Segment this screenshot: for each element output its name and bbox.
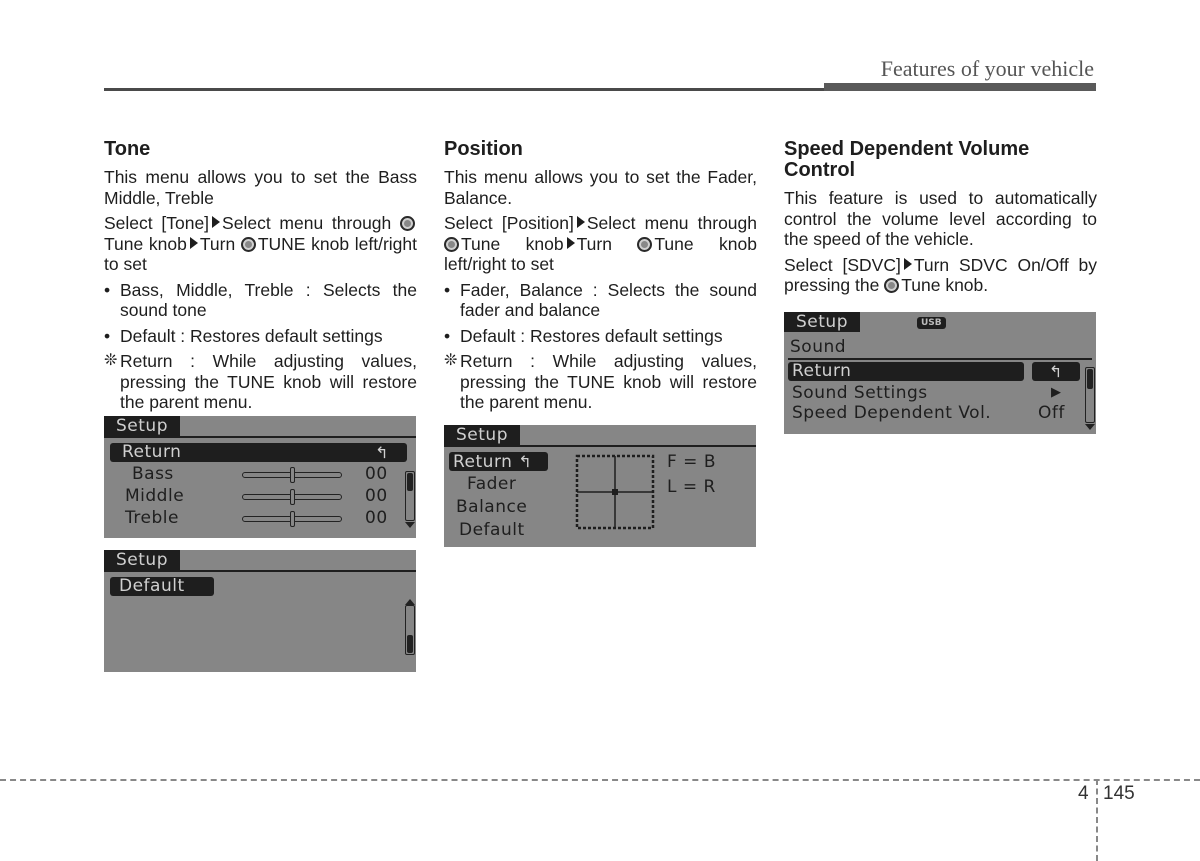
arrow-right-icon — [212, 216, 221, 228]
position-marker[interactable] — [612, 489, 618, 495]
menu-item-speed-dependent-vol[interactable]: Speed Dependent Vol. — [792, 403, 991, 423]
screen-subtitle: Sound — [790, 337, 847, 357]
scrollbar-thumb[interactable] — [407, 635, 413, 653]
menu-item-default[interactable]: Default — [459, 520, 525, 540]
middle-slider[interactable] — [242, 489, 342, 505]
balance-readout: L = R — [667, 477, 716, 497]
tune-knob-icon — [884, 278, 900, 293]
menu-item-balance[interactable]: Balance — [456, 497, 527, 517]
bullet-item: • Default : Restores default settings — [444, 325, 723, 346]
slider-thumb[interactable] — [289, 467, 295, 483]
intro-text: This menu allows you to set the Fader, B… — [444, 167, 757, 208]
scrollbar[interactable] — [405, 605, 415, 655]
slider-thumb[interactable] — [289, 511, 295, 527]
bass-value: 00 — [365, 464, 388, 484]
footer-divider — [0, 779, 1200, 781]
return-button[interactable]: ↰ — [1032, 362, 1080, 381]
scrollbar-thumb[interactable] — [407, 473, 413, 491]
note-item: ❊ Return : While adjusting values, pressi… — [444, 351, 757, 412]
note-symbol-icon: ❊ — [444, 352, 458, 369]
instructions: Select [SDVC] Turn SDVC On/Off by pressin… — [784, 254, 1097, 296]
tone-screen: Setup Return ↰ Bass Middle Treble 00 00 … — [104, 416, 416, 538]
scrollbar[interactable] — [405, 471, 415, 521]
screen-tab: Setup — [784, 312, 860, 332]
tune-knob-icon — [240, 236, 256, 252]
sdvc-screen: Setup USB Sound Return ↰ Sound Settings … — [784, 312, 1096, 434]
bullet-item: • Fader, Balance : Selects the sound fade… — [444, 279, 757, 321]
return-icon: ↰ — [518, 452, 533, 471]
section-heading: Position — [444, 138, 523, 160]
fader-readout: F = B — [667, 452, 716, 472]
screen-tab: Setup — [444, 425, 520, 445]
menu-item-bass[interactable]: Bass — [132, 464, 174, 484]
scrollbar-thumb[interactable] — [1087, 369, 1093, 389]
running-header-title: Features of your vehicle — [880, 56, 1094, 81]
footer-vertical-divider — [1096, 779, 1098, 861]
bullet-item: • Bass, Middle, Treble : Selects the soun… — [104, 279, 417, 321]
header-rule-accent — [824, 83, 1096, 91]
selected-item-default[interactable]: Default — [110, 577, 214, 596]
screen-tab: Setup — [104, 416, 180, 436]
usb-badge: USB — [917, 317, 946, 329]
scrollbar[interactable] — [1085, 367, 1095, 423]
instructions: Select [Position] Select menu through Tun… — [444, 213, 757, 274]
bullet-item: • Default : Restores default settings — [104, 325, 383, 346]
section-heading: Speed Dependent Volume Control — [784, 138, 1030, 181]
section-heading: Tone — [104, 138, 151, 160]
chevron-right-icon: ▶ — [1051, 385, 1062, 400]
menu-item-sound-settings[interactable]: Sound Settings — [792, 383, 928, 403]
slider-thumb[interactable] — [289, 489, 295, 505]
arrow-right-icon — [576, 216, 585, 228]
header-rule — [104, 88, 824, 91]
menu-item-middle[interactable]: Middle — [125, 486, 184, 506]
tune-knob-icon — [400, 216, 415, 231]
treble-slider[interactable] — [242, 511, 342, 527]
arrow-right-icon — [189, 236, 198, 249]
treble-value: 00 — [365, 508, 388, 528]
menu-item-treble[interactable]: Treble — [125, 508, 179, 528]
arrow-right-icon — [566, 236, 575, 249]
return-icon: ↰ — [375, 443, 389, 462]
subtitle-divider — [788, 358, 1092, 360]
tone-section: Tone This menu allows you to set the Bas… — [104, 139, 417, 418]
intro-text: This menu allows you to set the Bass Mid… — [104, 167, 417, 208]
page-number: 145 — [1103, 783, 1135, 804]
scroll-down-icon[interactable] — [1085, 424, 1095, 430]
sdvc-section: Speed Dependent Volume Control This feat… — [784, 139, 1097, 301]
intro-text: This feature is used to automatically co… — [784, 188, 1097, 249]
selected-item-return[interactable]: Return — [788, 362, 1024, 381]
tune-knob-icon — [637, 236, 653, 252]
selected-item-return[interactable]: Return ↰ — [110, 443, 407, 462]
note-item: ❊ Return : While adjusting values, pressi… — [104, 351, 417, 412]
fader-balance-grid[interactable] — [575, 454, 655, 530]
sdvc-value: Off — [1038, 403, 1065, 423]
screen-tab: Setup — [104, 550, 180, 570]
selected-item-return[interactable]: Return ↰ — [449, 452, 548, 472]
menu-item-fader[interactable]: Fader — [467, 474, 516, 494]
tone-default-screen: Setup Default — [104, 550, 416, 672]
position-screen: Setup Return ↰ Fader Balance Default F =… — [444, 425, 756, 547]
chapter-number: 4 — [1078, 783, 1089, 804]
scroll-down-icon[interactable] — [405, 522, 415, 528]
instructions: Select [Tone] Select menu through Tune kn… — [104, 213, 417, 274]
note-symbol-icon: ❊ — [104, 352, 118, 369]
position-section: Position This menu allows you to set the… — [444, 139, 757, 418]
bass-slider[interactable] — [242, 467, 342, 483]
arrow-right-icon — [903, 257, 912, 270]
tune-knob-icon — [444, 236, 459, 252]
return-icon: ↰ — [1049, 362, 1063, 381]
middle-value: 00 — [365, 486, 388, 506]
